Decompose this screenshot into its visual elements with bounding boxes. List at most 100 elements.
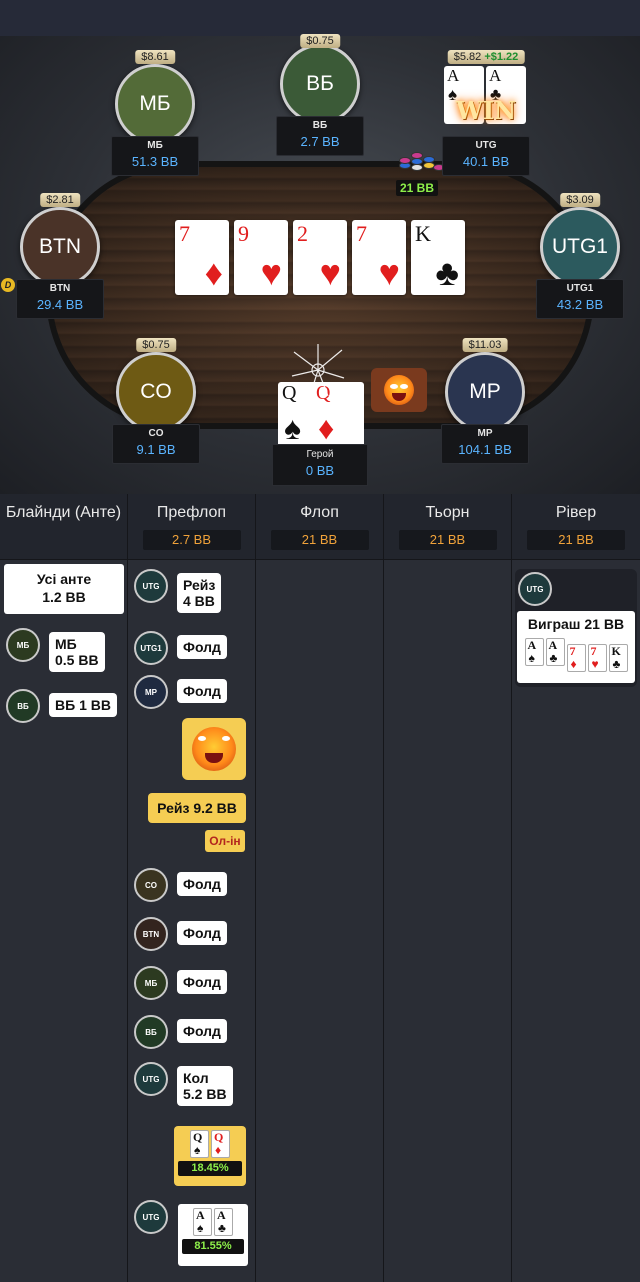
position-badge: UTG [134, 1062, 168, 1096]
player-stack: 40.1 BB [462, 154, 510, 169]
action-row: BTN Фолд [134, 917, 227, 951]
player-stack: 104.1 BB [458, 442, 512, 457]
spade-icon: ♠ [197, 1221, 204, 1235]
player-avatar: CO [116, 352, 196, 432]
column-header-blinds: Блайнди (Анте) [0, 494, 128, 560]
player-name: МБ [147, 140, 163, 151]
player-plate: CO 9.1 BB [112, 424, 200, 464]
column-header-river: Рівер 21 BB [512, 494, 640, 560]
player-stack: 43.2 BB [556, 297, 604, 312]
column-turn [384, 560, 512, 1282]
equity-label: 18.45% [178, 1161, 242, 1176]
win-amount: Виграш 21 BB [527, 616, 625, 632]
playing-card: A ♣ [545, 638, 565, 666]
hero-hand: Q ♠ Q ♦ [178, 1130, 242, 1158]
action-bubble: Фолд [177, 1019, 227, 1043]
cracked-glass-icon [291, 344, 345, 397]
player-name: UTG [475, 140, 497, 151]
player-plate: UTG 40.1 BB [442, 136, 530, 176]
utg-hand: A ♠ A ♣ [182, 1208, 244, 1236]
diamond-icon: ♦ [215, 1143, 222, 1157]
action-row: UTG [134, 1200, 168, 1234]
river-result: UTG Виграш 21 BB A ♠ A ♣ 7 ♦ 7 ♥ K ♣ [515, 569, 637, 687]
equity-label: 81.55% [182, 1239, 244, 1254]
board-card: 7 ♥ [352, 220, 406, 295]
position-badge: ВБ [134, 1015, 168, 1049]
player-avatar: UTG1 [540, 207, 620, 287]
spade-icon: ♠ [284, 410, 301, 446]
bet-chip-label: $11.03 [462, 338, 508, 352]
club-icon: ♣ [218, 1221, 226, 1235]
player-stack: 2.7 BB [300, 134, 340, 149]
bet-chip-label: $0.75 [136, 338, 176, 352]
top-bar [0, 0, 640, 36]
win-box: Виграш 21 BB A ♠ A ♣ 7 ♦ 7 ♥ K ♣ [517, 611, 635, 683]
bet-chip-label: $2.81 [40, 193, 80, 207]
playing-card: 7 ♥ [587, 644, 607, 672]
angry-fire-emoji-icon[interactable] [371, 368, 427, 412]
board-card: 2 ♥ [293, 220, 347, 295]
action-bubble: Фолд [177, 635, 227, 659]
diamond-icon: ♦ [570, 657, 577, 671]
playing-card: A ♠ [193, 1208, 212, 1236]
playing-card: A ♠ [524, 638, 544, 666]
street-pot: 21 BB [270, 530, 369, 550]
action-bubble: МБ 0.5 BB [49, 632, 105, 672]
dealer-button: D [1, 278, 15, 292]
action-bubble: Фолд [177, 872, 227, 896]
street-pot: 2.7 BB [142, 530, 241, 550]
pot: 21 BB [390, 148, 450, 196]
playing-card: Q ♠ [190, 1130, 209, 1158]
action-row: MP Фолд [134, 675, 227, 709]
position-badge: UTG1 [134, 631, 168, 665]
action-row: МБ Фолд [134, 966, 227, 1000]
player-name: ВБ [312, 120, 328, 131]
bet-chip-label: $5.82 +$1.22 [447, 50, 525, 64]
position-badge: BTN [134, 917, 168, 951]
player-avatar: BTN [20, 207, 100, 287]
action-row: МБ МБ 0.5 BB [6, 628, 105, 672]
column-header-turn: Тьорн 21 BB [384, 494, 512, 560]
winning-hand: A ♠ A ♣ 7 ♦ 7 ♥ K ♣ [517, 638, 635, 672]
heart-icon: ♥ [319, 252, 341, 293]
board-card: 7 ♦ [175, 220, 229, 295]
playing-card: A ♣ [214, 1208, 233, 1236]
player-avatar: МБ [115, 64, 195, 144]
player-plate: МБ 51.3 BB [111, 136, 199, 176]
hero-raise-action: Рейз 9.2 BB [148, 793, 246, 823]
position-badge: UTG [518, 572, 552, 606]
hero-showdown-box: Q ♠ Q ♦ 18.45% [174, 1126, 246, 1186]
spade-icon: ♠ [194, 1143, 201, 1157]
position-badge: UTG [134, 569, 168, 603]
action-row: CO Фолд [134, 868, 227, 902]
heart-icon: ♥ [378, 252, 400, 293]
column-header-preflop: Префлоп 2.7 BB [128, 494, 256, 560]
bet-chip-label: $3.09 [560, 193, 600, 207]
action-bubble: Кол 5.2 BB [177, 1066, 233, 1106]
all-in-badge: Ол-ін [205, 830, 245, 852]
heart-icon: ♥ [591, 657, 599, 671]
player-plate: BTN 29.4 BB [16, 279, 104, 319]
action-row: UTG Кол 5.2 BB [134, 1062, 233, 1106]
player-name: CO [148, 428, 164, 439]
bet-chip-label: $8.61 [135, 50, 175, 64]
column-flop [256, 560, 384, 1282]
player-stack: 29.4 BB [36, 297, 84, 312]
player-name: Герой [306, 449, 334, 460]
heart-icon: ♥ [260, 252, 282, 293]
column-header-flop: Флоп 21 BB [256, 494, 384, 560]
player-stack: 9.1 BB [136, 442, 176, 457]
pot-amount: 21 BB [396, 180, 439, 196]
playing-card: K ♣ [608, 644, 628, 672]
player-name: BTN [49, 283, 71, 294]
position-badge: UTG [134, 1200, 168, 1234]
playing-card: 7 ♦ [566, 644, 586, 672]
action-row: UTG1 Фолд [134, 631, 227, 665]
player-avatar: MP [445, 352, 525, 432]
position-badge: MP [134, 675, 168, 709]
player-plate: ВБ 2.7 BB [276, 116, 364, 156]
win-banner: WIN [455, 96, 517, 125]
hand-history: Блайнди (Анте) Префлоп 2.7 BB Флоп 21 BB… [0, 494, 640, 1282]
action-bubble: ВБ 1 BB [49, 693, 117, 717]
player-avatar: ВБ [280, 44, 360, 124]
